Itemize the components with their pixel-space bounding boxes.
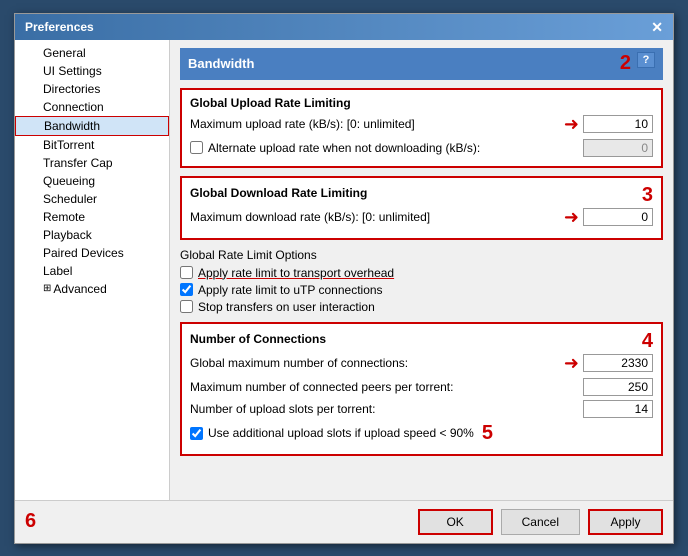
global-max-row: Global maximum number of connections: ➜ — [190, 353, 653, 374]
alternate-upload-input[interactable] — [583, 139, 653, 157]
max-upload-label: Maximum upload rate (kB/s): [0: unlimite… — [190, 117, 560, 131]
annotation-3: 3 — [642, 184, 653, 207]
annotation-6: 6 — [25, 510, 36, 533]
sidebar-item-directories[interactable]: Directories — [15, 80, 169, 98]
max-upload-input[interactable] — [583, 115, 653, 133]
help-icon[interactable]: ? — [637, 52, 655, 68]
close-button[interactable]: ✕ — [651, 20, 663, 34]
sidebar-item-remote[interactable]: Remote — [15, 208, 169, 226]
sidebar-item-bandwidth[interactable]: Bandwidth — [15, 116, 169, 136]
arrow-connections: ➜ — [564, 353, 579, 374]
alternate-upload-checkbox[interactable] — [190, 141, 203, 154]
sidebar-item-advanced[interactable]: ⊞ Advanced — [15, 280, 169, 298]
stop-transfers-row: Stop transfers on user interaction — [180, 300, 663, 314]
apply-transport-checkbox[interactable] — [180, 266, 193, 279]
download-title: Global Download Rate Limiting — [190, 186, 367, 200]
apply-transport-label: Apply rate limit to transport overhead — [198, 266, 394, 280]
max-upload-row: Maximum upload rate (kB/s): [0: unlimite… — [190, 114, 653, 135]
apply-utp-checkbox[interactable] — [180, 283, 193, 296]
preferences-dialog: Preferences ✕ General UI Settings Direct… — [14, 13, 674, 544]
max-peers-input[interactable] — [583, 378, 653, 396]
upload-group: Global Upload Rate Limiting Maximum uplo… — [180, 88, 663, 168]
additional-slots-label: Use additional upload slots if upload sp… — [208, 426, 474, 440]
dialog-title: Preferences — [25, 20, 94, 34]
sidebar: General UI Settings Directories Connecti… — [15, 40, 170, 500]
dialog-footer: 6 OK Cancel Apply — [15, 500, 673, 543]
sidebar-item-transfer-cap[interactable]: Transfer Cap — [15, 154, 169, 172]
sidebar-item-bittorrent[interactable]: BitTorrent — [15, 136, 169, 154]
max-peers-label: Maximum number of connected peers per to… — [190, 380, 583, 394]
max-peers-row: Maximum number of connected peers per to… — [190, 378, 653, 396]
main-content: Bandwidth 2 ? Global Upload Rate Limitin… — [170, 40, 673, 500]
upload-slots-label: Number of upload slots per torrent: — [190, 402, 583, 416]
download-group: Global Download Rate Limiting 3 Maximum … — [180, 176, 663, 240]
global-max-label: Global maximum number of connections: — [190, 356, 560, 370]
rate-limit-title: Global Rate Limit Options — [180, 248, 663, 262]
upload-slots-row: Number of upload slots per torrent: — [190, 400, 653, 418]
annotation-4: 4 — [642, 330, 653, 353]
apply-button[interactable]: Apply — [588, 509, 663, 535]
section-title: Bandwidth — [188, 56, 254, 71]
expand-icon: ⊞ — [43, 283, 51, 294]
sidebar-item-paired-devices[interactable]: Paired Devices — [15, 244, 169, 262]
rate-limit-options: Global Rate Limit Options Apply rate lim… — [180, 248, 663, 314]
apply-utp-label: Apply rate limit to uTP connections — [198, 283, 383, 297]
apply-utp-row: Apply rate limit to uTP connections — [180, 283, 663, 297]
max-download-row: Maximum download rate (kB/s): [0: unlimi… — [190, 207, 653, 228]
cancel-button[interactable]: Cancel — [501, 509, 580, 535]
sidebar-item-general[interactable]: General — [15, 44, 169, 62]
global-max-input[interactable] — [583, 354, 653, 372]
stop-transfers-label: Stop transfers on user interaction — [198, 300, 375, 314]
ok-button[interactable]: OK — [418, 509, 493, 535]
alternate-upload-row: Alternate upload rate when not downloadi… — [190, 139, 653, 157]
alternate-upload-label: Alternate upload rate when not downloadi… — [208, 141, 583, 155]
apply-transport-row: Apply rate limit to transport overhead — [180, 266, 663, 280]
sidebar-item-connection[interactable]: Connection — [15, 98, 169, 116]
upload-title: Global Upload Rate Limiting — [190, 96, 653, 110]
max-download-input[interactable] — [583, 208, 653, 226]
upload-slots-input[interactable] — [583, 400, 653, 418]
connections-group: Number of Connections 4 Global maximum n… — [180, 322, 663, 456]
annotation-2: 2 — [620, 52, 631, 75]
annotation-5: 5 — [482, 422, 493, 445]
max-download-label: Maximum download rate (kB/s): [0: unlimi… — [190, 210, 560, 224]
section-header: Bandwidth 2 ? — [180, 48, 663, 80]
sidebar-item-playback[interactable]: Playback — [15, 226, 169, 244]
connections-title: Number of Connections — [190, 332, 326, 346]
title-bar: Preferences ✕ — [15, 14, 673, 40]
arrow-upload: ➜ — [564, 114, 579, 135]
additional-slots-checkbox[interactable] — [190, 427, 203, 440]
sidebar-item-scheduler[interactable]: Scheduler — [15, 190, 169, 208]
sidebar-item-ui-settings[interactable]: UI Settings — [15, 62, 169, 80]
arrow-download: ➜ — [564, 207, 579, 228]
additional-slots-row: Use additional upload slots if upload sp… — [190, 422, 653, 445]
sidebar-item-queueing[interactable]: Queueing — [15, 172, 169, 190]
stop-transfers-checkbox[interactable] — [180, 300, 193, 313]
dialog-body: General UI Settings Directories Connecti… — [15, 40, 673, 500]
sidebar-item-label[interactable]: Label — [15, 262, 169, 280]
